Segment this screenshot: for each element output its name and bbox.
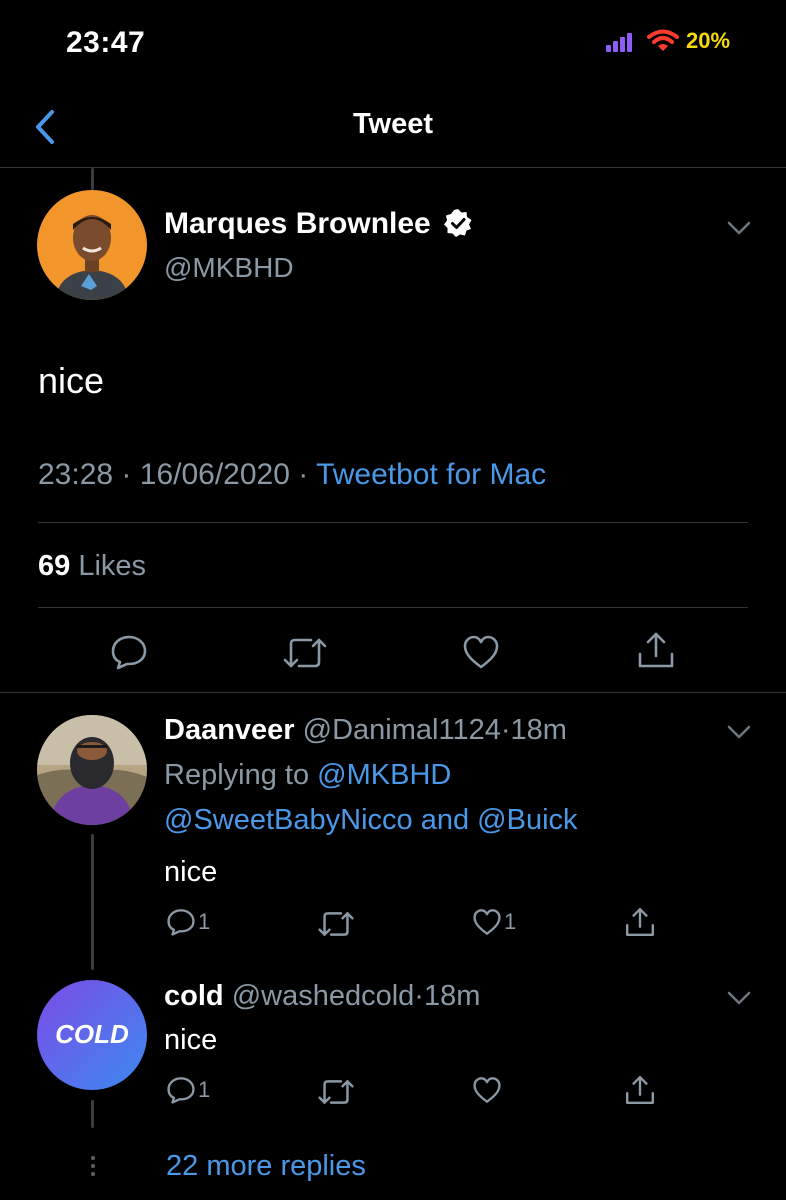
author-handle[interactable]: @MKBHD	[164, 252, 294, 284]
share-icon	[626, 908, 654, 936]
reply-avatar[interactable]	[37, 715, 147, 825]
verified-badge-icon	[444, 209, 472, 237]
author-avatar[interactable]	[37, 190, 147, 300]
mention-link[interactable]: @Buick	[477, 804, 577, 836]
meta-separator: ·	[500, 714, 511, 746]
reply-author-handle[interactable]: @Danimal1124	[303, 714, 501, 746]
avatar-image	[37, 190, 147, 300]
tweet-date: 16/06/2020	[139, 458, 290, 491]
like-icon	[473, 909, 501, 935]
mention-link[interactable]: @MKBHD	[317, 759, 451, 791]
status-time: 23:47	[66, 26, 146, 59]
reply-button[interactable]: 1	[166, 1076, 210, 1104]
meta-separator: ·	[414, 980, 424, 1012]
reply-author-name[interactable]: Daanveer	[164, 714, 295, 746]
retweet-icon	[318, 1080, 354, 1104]
replying-to-line: Replying to @MKBHD	[164, 759, 451, 792]
like-button[interactable]: 1	[472, 908, 516, 936]
retweet-button[interactable]	[283, 636, 327, 670]
reply-button[interactable]: 1	[166, 908, 210, 936]
reply-icon	[167, 909, 195, 936]
more-dots-icon	[90, 1156, 96, 1178]
share-icon	[626, 1076, 654, 1104]
like-icon	[463, 635, 499, 669]
share-icon	[638, 632, 674, 668]
author-name-row[interactable]: Marques Brownlee	[164, 207, 473, 241]
author-name[interactable]: Marques Brownlee	[164, 207, 431, 240]
tweet-source-link[interactable]: Tweetbot for Mac	[316, 458, 546, 491]
reply-age: 18m	[423, 980, 481, 1012]
thread-line	[91, 1100, 94, 1128]
reply-header: cold @washedcold·18m	[164, 980, 480, 1013]
reply-author-handle[interactable]: @washedcold	[232, 980, 415, 1012]
avatar-image	[37, 715, 147, 825]
divider	[38, 607, 748, 608]
tweet-time: 23:28	[38, 458, 114, 491]
cellular-signal-icon	[606, 32, 634, 52]
status-bar: 23:47 20%	[0, 0, 786, 90]
divider	[38, 522, 748, 523]
retweet-button[interactable]	[318, 1078, 354, 1106]
chevron-down-icon[interactable]	[726, 990, 752, 1006]
retweet-icon	[283, 638, 327, 668]
tweet-metadata: 23:28 · 16/06/2020 · Tweetbot for Mac	[38, 458, 546, 492]
meta-separator: ·	[298, 458, 309, 491]
likes-label: Likes	[78, 550, 147, 582]
reply-text: nice	[164, 1024, 218, 1056]
reply-icon	[167, 1077, 195, 1104]
thread-line	[91, 168, 94, 190]
reply-button[interactable]	[110, 634, 148, 670]
like-icon	[473, 1077, 501, 1103]
nav-bar: Tweet	[0, 90, 786, 168]
like-count: 1	[504, 909, 517, 934]
like-button[interactable]	[472, 1076, 502, 1104]
and-label: and	[420, 804, 470, 836]
reply-text: nice	[164, 856, 218, 888]
reply-avatar[interactable]: COLD	[37, 980, 147, 1090]
replying-to-line-2: @SweetBabyNicco and @Buick	[164, 804, 578, 837]
divider	[0, 692, 786, 693]
avatar-image: COLD	[37, 980, 147, 1090]
share-button[interactable]	[636, 630, 676, 670]
more-replies-link[interactable]: 22 more replies	[166, 1150, 366, 1183]
reply-count: 1	[198, 1077, 211, 1102]
reply-age: 18m	[510, 714, 567, 746]
reply-header: Daanveer @Danimal1124·18m	[164, 714, 567, 747]
page-title: Tweet	[352, 108, 434, 140]
avatar-logo-text: COLD	[55, 1019, 129, 1049]
tweet-text: nice	[38, 360, 105, 401]
likes-count: 69	[38, 550, 71, 582]
reply-icon	[111, 635, 147, 670]
wifi-icon	[647, 29, 679, 51]
share-button[interactable]	[624, 906, 656, 938]
chevron-down-icon[interactable]	[726, 220, 752, 236]
mention-link[interactable]: @SweetBabyNicco	[164, 804, 413, 836]
likes-summary[interactable]: 69 Likes	[38, 550, 146, 583]
thread-line	[91, 834, 94, 970]
reply-author-name[interactable]: cold	[164, 980, 224, 1012]
retweet-icon	[318, 912, 354, 936]
meta-separator: ·	[121, 458, 132, 491]
reply-count: 1	[198, 909, 211, 934]
retweet-button[interactable]	[318, 910, 354, 938]
share-button[interactable]	[624, 1074, 656, 1106]
like-button[interactable]	[462, 634, 500, 670]
replying-label: Replying to	[164, 759, 310, 791]
battery-percentage: 20%	[686, 28, 731, 53]
chevron-down-icon[interactable]	[726, 724, 752, 740]
